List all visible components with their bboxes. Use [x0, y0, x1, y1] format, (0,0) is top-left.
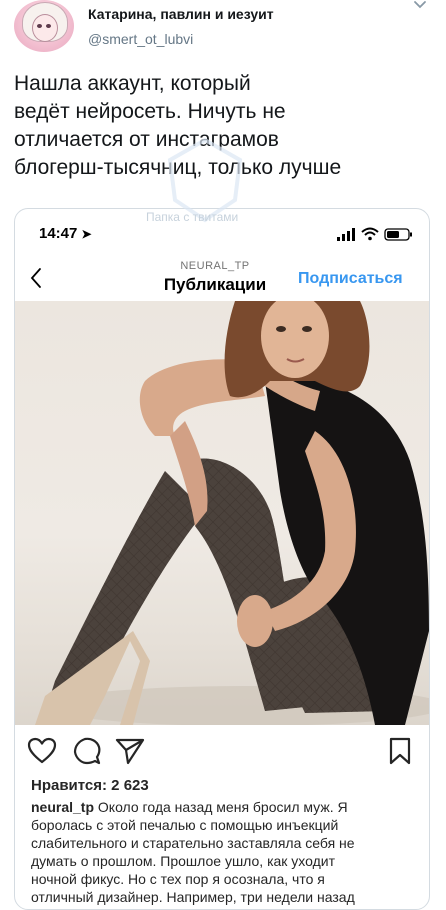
avatar-eye — [37, 24, 42, 28]
tweet-text-line: Нашла аккаунт, который — [14, 72, 251, 95]
avatar[interactable] — [14, 0, 74, 52]
author-handle[interactable]: @smert_ot_lubvi — [88, 31, 193, 47]
caption-line: neural_tp Около года назад меня бросил м… — [31, 798, 417, 816]
tweet-header: Катарина, павлин и иезуит @smert_ot_lubv… — [0, 0, 446, 58]
chevron-down-icon[interactable] — [413, 0, 427, 10]
status-icons — [337, 227, 412, 241]
caption-line: боролась с этой печалью с помощью инъекц… — [31, 817, 339, 833]
post-photo-illustration — [35, 301, 429, 725]
share-icon[interactable] — [115, 737, 145, 765]
bookmark-icon[interactable] — [389, 737, 411, 765]
watermark-text: Папка с твитами — [146, 210, 239, 224]
post-photo[interactable] — [15, 301, 429, 725]
heart-icon[interactable] — [27, 737, 57, 765]
caption-line: ночной фикус. Но с тех пор я осознала, ч… — [31, 871, 325, 887]
status-time: 14:47 ➤ — [39, 225, 92, 242]
likes-count[interactable]: Нравится: 2 623 — [31, 777, 149, 794]
tweet-text: Нашла аккаунт, который ведёт нейросеть. … — [14, 70, 434, 182]
wifi-icon — [361, 227, 379, 241]
embedded-screenshot[interactable]: 14:47 ➤ NEURAL_TP Публикации Подписаться — [14, 208, 430, 910]
follow-button[interactable]: Подписаться — [298, 270, 403, 288]
tweet-text-line: отличается от инстаграмов — [14, 128, 279, 151]
tweet-text-line: блогерш-тысячниц, только лучше — [14, 156, 342, 179]
post-actions — [15, 727, 429, 775]
location-arrow-icon: ➤ — [81, 227, 92, 241]
caption-line: думать о прошлом. Прошлое ушло, как уход… — [31, 853, 336, 869]
avatar-face — [32, 14, 58, 42]
caption-line-text: Около года назад меня бросил муж. Я — [97, 799, 348, 815]
caption-line: отличный дизайнер. Например, три недели … — [31, 889, 355, 905]
status-time-value: 14:47 — [39, 225, 78, 242]
avatar-eye — [46, 24, 51, 28]
author-name[interactable]: Катарина, павлин и иезуит — [88, 6, 274, 22]
comment-icon[interactable] — [73, 737, 101, 765]
signal-icon — [337, 228, 355, 241]
post-caption: neural_tp Около года назад меня бросил м… — [31, 798, 417, 906]
caption-username[interactable]: neural_tp — [31, 799, 94, 815]
tweet-text-line: ведёт нейросеть. Ничуть не — [14, 100, 286, 123]
battery-icon — [384, 228, 412, 241]
caption-line: слабительного и старательно заставляла с… — [31, 835, 355, 851]
